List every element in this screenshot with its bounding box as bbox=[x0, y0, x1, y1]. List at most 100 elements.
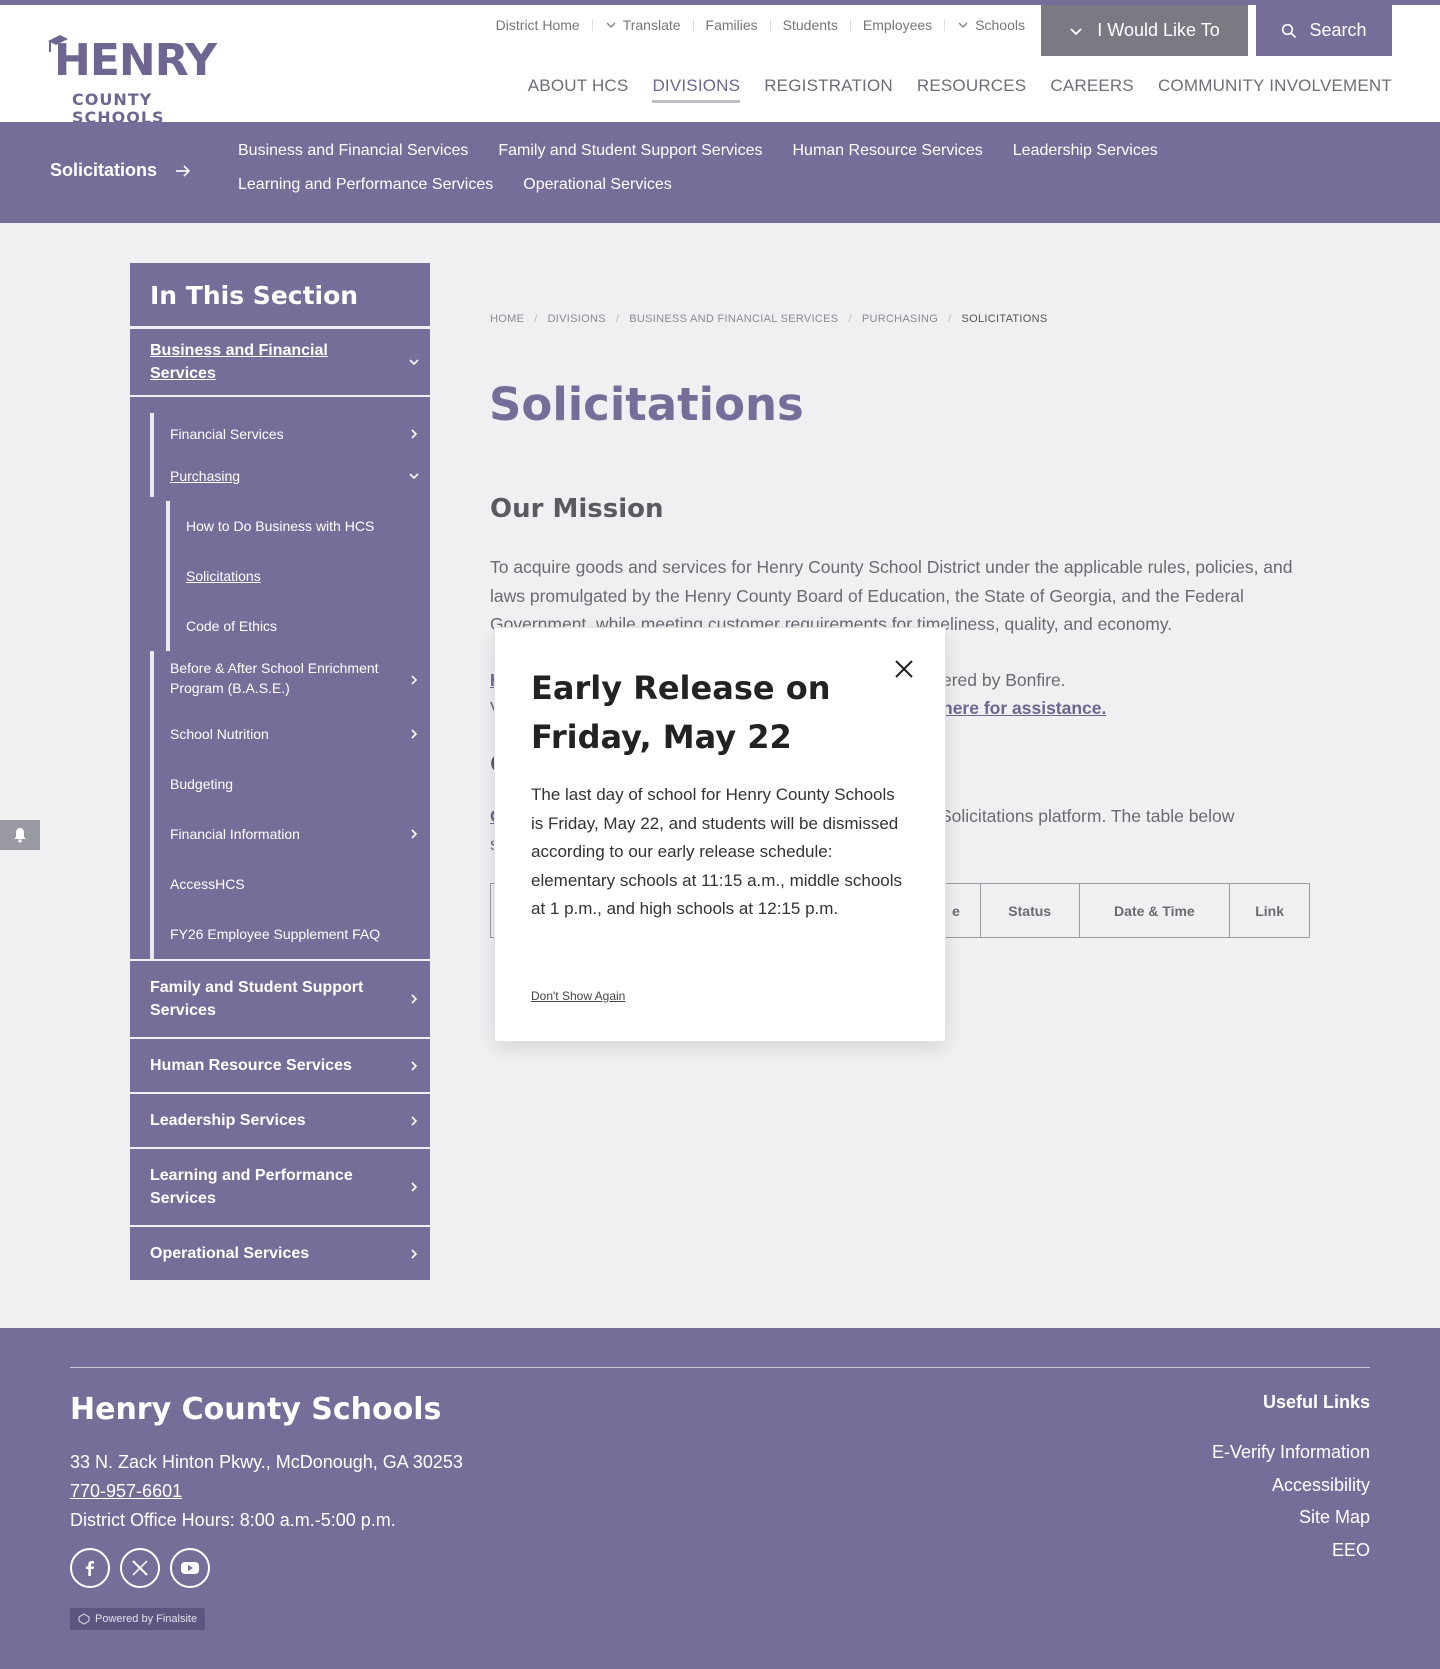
dont-show-again-link[interactable]: Don't Show Again bbox=[531, 989, 625, 1003]
modal-title: Early Release on Friday, May 22 bbox=[531, 669, 831, 756]
sidebar-item-learning-performance[interactable]: Learning and Performance Services bbox=[130, 1147, 430, 1225]
sidebar-item-business-financial[interactable]: Business and Financial Services bbox=[130, 329, 430, 397]
close-icon[interactable] bbox=[893, 658, 915, 680]
sidebar-item-financial-services[interactable]: Financial Services bbox=[154, 413, 430, 455]
chevron-right-icon[interactable] bbox=[408, 1060, 420, 1072]
sidebar-item-accesshcs[interactable]: AccessHCS bbox=[154, 859, 430, 909]
chevron-right-icon[interactable] bbox=[408, 428, 420, 440]
sidebar-item-label: Family and Student Support Services bbox=[150, 979, 364, 1019]
nav-careers[interactable]: CAREERS bbox=[1050, 76, 1134, 103]
subnav-business-financial[interactable]: Business and Financial Services bbox=[238, 142, 468, 160]
sidebar-item-human-resource[interactable]: Human Resource Services bbox=[130, 1037, 430, 1092]
i-would-like-to-button[interactable]: I Would Like To bbox=[1041, 5, 1248, 56]
subnav-leadership[interactable]: Leadership Services bbox=[1013, 142, 1158, 160]
sidebar-item-operational[interactable]: Operational Services bbox=[130, 1225, 430, 1280]
chevron-right-icon[interactable] bbox=[408, 728, 420, 740]
search-button[interactable]: Search bbox=[1256, 5, 1392, 56]
subnav-title[interactable]: Solicitations bbox=[50, 160, 191, 181]
utility-label: Students bbox=[782, 17, 838, 33]
link-site-map[interactable]: Site Map bbox=[1299, 1507, 1370, 1527]
sidebar-item-fy26-faq[interactable]: FY26 Employee Supplement FAQ bbox=[154, 909, 430, 959]
link-eeo[interactable]: EEO bbox=[1332, 1540, 1370, 1560]
sidebar-item-purchasing[interactable]: Purchasing bbox=[154, 455, 430, 497]
bonfire-fragment-right: ered by Bonfire. bbox=[942, 670, 1066, 690]
utility-translate[interactable]: Translate bbox=[605, 17, 681, 33]
sidebar-item-base-program[interactable]: Before & After School Enrichment Program… bbox=[154, 651, 430, 709]
sidebar-item-label: Operational Services bbox=[150, 1245, 310, 1262]
chevron-right-icon[interactable] bbox=[408, 993, 420, 1005]
divider bbox=[591, 19, 593, 31]
nav-resources[interactable]: RESOURCES bbox=[917, 76, 1027, 103]
finalsite-logo-icon bbox=[78, 1613, 90, 1625]
chevron-right-icon[interactable] bbox=[408, 828, 420, 840]
nav-registration[interactable]: REGISTRATION bbox=[764, 76, 893, 103]
early-release-modal: Early Release on Friday, May 22 The last… bbox=[495, 628, 945, 1041]
chevron-down-icon[interactable] bbox=[408, 470, 420, 482]
link-e-verify[interactable]: E-Verify Information bbox=[1212, 1442, 1370, 1462]
utility-schools[interactable]: Schools bbox=[957, 17, 1025, 33]
notification-bell-button[interactable] bbox=[0, 820, 40, 850]
divider bbox=[849, 19, 851, 31]
breadcrumb-sep: / bbox=[615, 313, 620, 325]
sidebar-item-label: Financial Information bbox=[170, 826, 300, 842]
footer-contact: 33 N. Zack Hinton Pkwy., McDonough, GA 3… bbox=[70, 1448, 463, 1535]
solicitations-fragment-right: Solicitations platform. The table below bbox=[940, 806, 1235, 826]
division-subnav: Solicitations Business and Financial Ser… bbox=[0, 122, 1440, 223]
subnav-human-resource[interactable]: Human Resource Services bbox=[792, 142, 982, 160]
utility-nav: District Home Translate Families Student… bbox=[496, 17, 1025, 33]
powered-by-badge[interactable]: Powered by Finalsite bbox=[70, 1608, 206, 1630]
sidebar-item-solicitations[interactable]: Solicitations bbox=[170, 551, 430, 601]
sidebar-item-budgeting[interactable]: Budgeting bbox=[154, 759, 430, 809]
chevron-right-icon[interactable] bbox=[408, 674, 420, 686]
chevron-down-icon bbox=[606, 22, 616, 29]
utility-families[interactable]: Families bbox=[706, 17, 758, 33]
page-title: Solicitations bbox=[489, 378, 804, 431]
social-links bbox=[70, 1548, 210, 1588]
subnav-family-student[interactable]: Family and Student Support Services bbox=[498, 142, 762, 160]
subnav-operational[interactable]: Operational Services bbox=[523, 176, 672, 194]
main-nav: ABOUT HCS DIVISIONS REGISTRATION RESOURC… bbox=[528, 76, 1392, 103]
useful-links-heading: Useful Links bbox=[1262, 1392, 1370, 1412]
sidebar-item-school-nutrition[interactable]: School Nutrition bbox=[154, 709, 430, 759]
sidebar-item-leadership[interactable]: Leadership Services bbox=[130, 1092, 430, 1147]
x-link[interactable] bbox=[120, 1548, 160, 1588]
utility-label: Translate bbox=[622, 17, 681, 33]
sidebar-level3-group: How to Do Business with HCS Solicitation… bbox=[166, 501, 430, 651]
sidebar-item-family-student[interactable]: Family and Student Support Services bbox=[130, 959, 430, 1037]
modal-body: The last day of school for Henry County … bbox=[531, 785, 903, 918]
sidebar-item-label: Budgeting bbox=[170, 776, 234, 792]
breadcrumb-business-financial[interactable]: BUSINESS AND FINANCIAL SERVICES bbox=[629, 313, 838, 325]
assistance-link[interactable]: here for assistance. bbox=[942, 698, 1106, 719]
powered-by-label: Powered by Finalsite bbox=[95, 1613, 198, 1625]
mission-heading: Our Mission bbox=[490, 494, 664, 524]
link-accessibility[interactable]: Accessibility bbox=[1272, 1475, 1370, 1495]
utility-district-home[interactable]: District Home bbox=[496, 17, 580, 33]
search-icon bbox=[1282, 23, 1297, 38]
sidebar-item-code-of-ethics[interactable]: Code of Ethics bbox=[170, 601, 430, 651]
sidebar-item-label: Human Resource Services bbox=[150, 1057, 352, 1074]
nav-divisions[interactable]: DIVISIONS bbox=[652, 76, 741, 103]
chevron-down-icon[interactable] bbox=[408, 356, 420, 368]
sidebar-level2-group: Financial Services Purchasing bbox=[150, 413, 430, 497]
chevron-right-icon[interactable] bbox=[408, 1181, 420, 1193]
utility-employees[interactable]: Employees bbox=[863, 17, 932, 33]
youtube-link[interactable] bbox=[170, 1548, 210, 1588]
chevron-right-icon[interactable] bbox=[408, 1115, 420, 1127]
breadcrumb-purchasing[interactable]: PURCHASING bbox=[862, 313, 938, 325]
nav-about-hcs[interactable]: ABOUT HCS bbox=[528, 76, 629, 103]
breadcrumb-divisions[interactable]: DIVISIONS bbox=[548, 313, 606, 325]
facebook-link[interactable] bbox=[70, 1548, 110, 1588]
chevron-right-icon[interactable] bbox=[408, 1248, 420, 1260]
subnav-learning-performance[interactable]: Learning and Performance Services bbox=[238, 176, 493, 194]
divider bbox=[944, 19, 946, 31]
breadcrumb-home[interactable]: HOME bbox=[490, 313, 524, 325]
utility-students[interactable]: Students bbox=[783, 17, 838, 33]
henry-county-logo[interactable]: HENRY COUNTY SCHOOLS bbox=[46, 33, 236, 127]
sidebar-item-how-to-do-business[interactable]: How to Do Business with HCS bbox=[170, 501, 430, 551]
sidebar-item-financial-information[interactable]: Financial Information bbox=[154, 809, 430, 859]
nav-community-involvement[interactable]: COMMUNITY INVOLVEMENT bbox=[1158, 76, 1392, 103]
footer-phone-link[interactable]: 770-957-6601 bbox=[70, 1481, 182, 1501]
breadcrumb: HOME / DIVISIONS / BUSINESS AND FINANCIAL … bbox=[490, 313, 1048, 325]
arrow-right-icon bbox=[176, 164, 191, 177]
divider bbox=[769, 19, 771, 31]
